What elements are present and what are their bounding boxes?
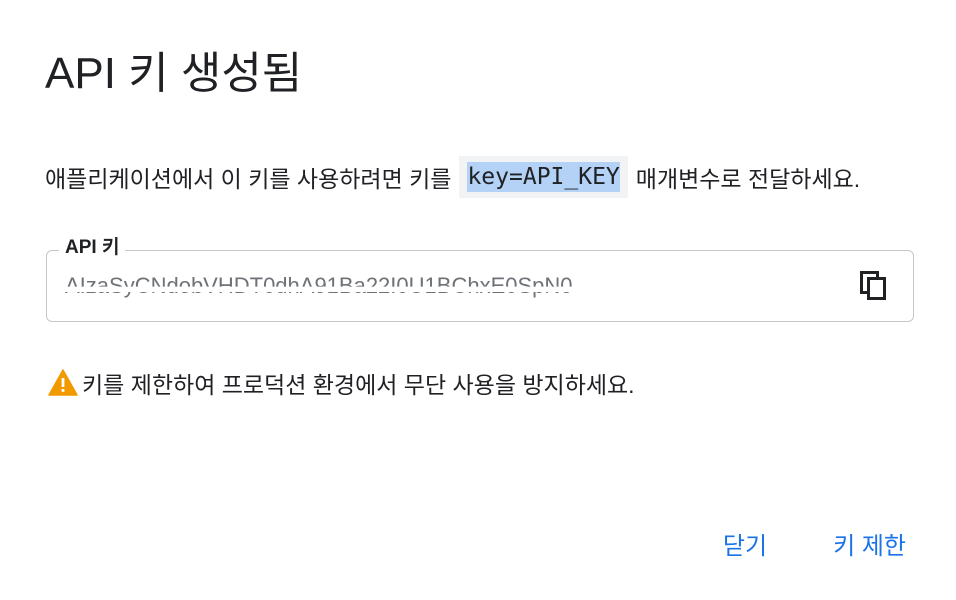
dialog-title: API 키 생성됨 [45,49,303,98]
description-text-after: 매개변수로 전달하세요. [635,166,861,192]
description-text-before: 애플리케이션에서 이 키를 사용하려면 키를 [45,166,452,192]
warning-message: 키를 제한하여 프로덕션 환경에서 무단 사용을 방지하세요. [48,366,635,400]
copy-button[interactable] [855,267,893,305]
api-key-param-code: key=API_KEY [459,156,628,198]
warning-text: 키를 제한하여 프로덕션 환경에서 무단 사용을 방지하세요. [82,372,635,398]
api-key-value[interactable]: AIzaSyCNdobVHDT0dhA91Ba22I0U1BChxE0SpN0 [65,271,573,301]
warning-icon [48,368,78,398]
api-key-created-dialog: API 키 생성됨 애플리케이션에서 이 키를 사용하려면 키를 key=API… [0,0,956,600]
dialog-actions: 닫기 키 제한 [721,520,908,567]
close-button[interactable]: 닫기 [721,520,769,567]
api-key-field[interactable]: API 키 AIzaSyCNdobVHDT0dhA91Ba22I0U1BChxE… [46,236,914,322]
api-key-field-label: API 키 [59,236,126,260]
api-key-param-code-text: key=API_KEY [467,162,620,192]
dialog-description: 애플리케이션에서 이 키를 사용하려면 키를 key=API_KEY 매개변수로… [45,152,860,202]
restrict-key-button[interactable]: 키 제한 [831,520,908,567]
copy-icon [860,271,886,300]
